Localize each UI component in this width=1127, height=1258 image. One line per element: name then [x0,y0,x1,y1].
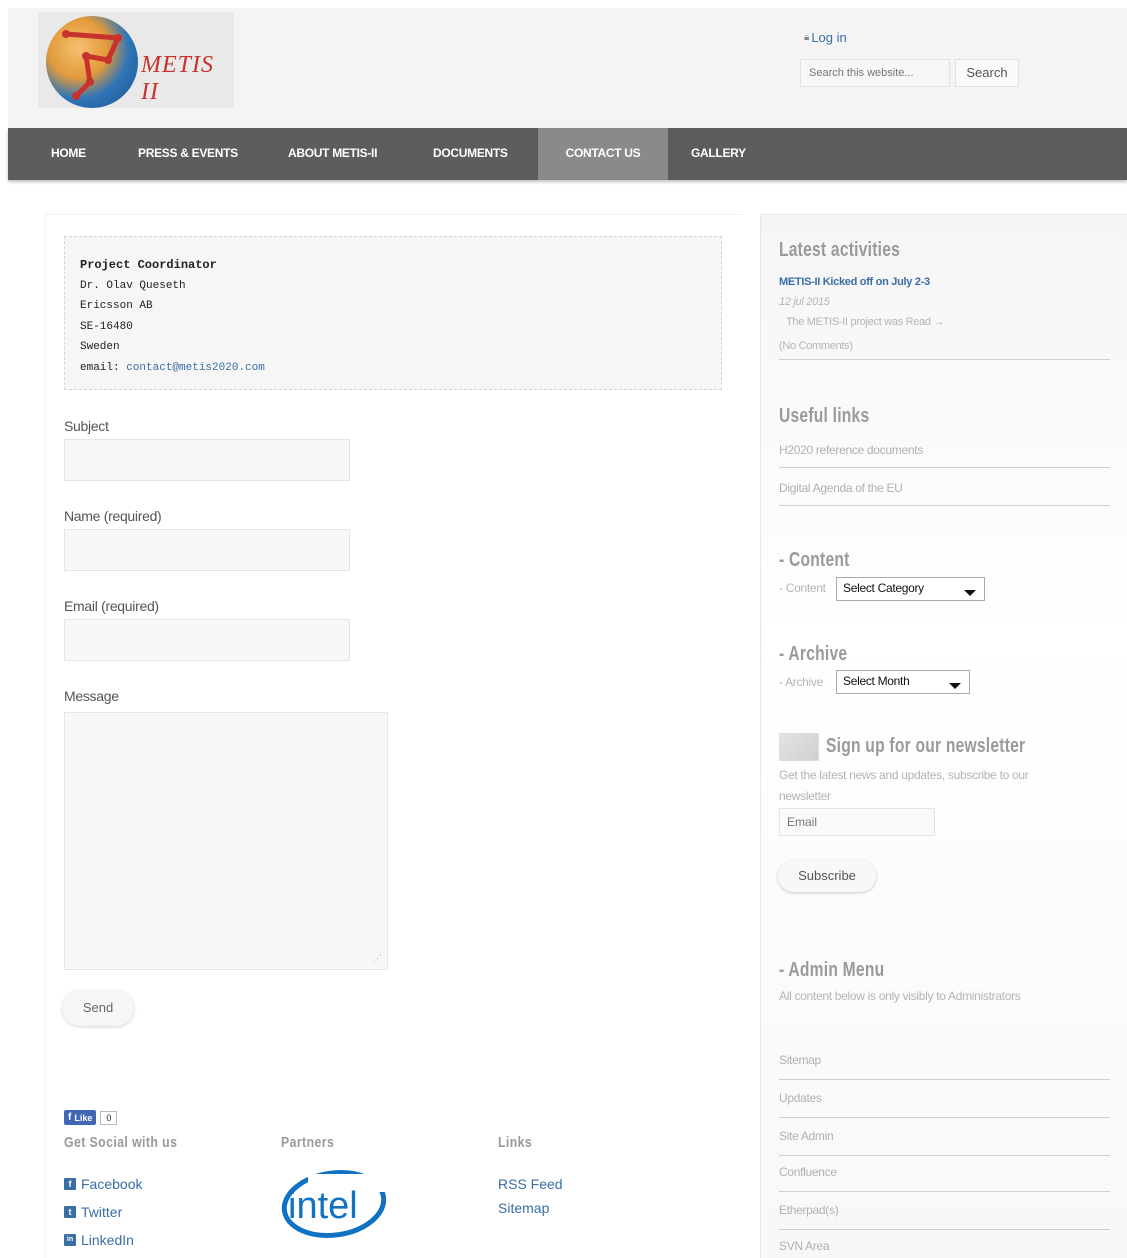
admin-link-sitemap[interactable]: Sitemap [779,1053,821,1067]
archive-select[interactable]: Select Month [836,670,970,694]
admin-link-updates[interactable]: Updates [779,1091,822,1105]
social-link-twitter[interactable]: t Twitter [64,1204,122,1220]
footer-link-sitemap[interactable]: Sitemap [498,1200,549,1216]
facebook-like-button[interactable]: f Like [64,1110,97,1125]
social-label: Twitter [81,1204,123,1220]
resize-grip-icon[interactable]: ⋰ [373,953,382,964]
nav-item-about[interactable]: ABOUT METIS-II [288,128,377,180]
latest-activities-heading: Latest activities [779,239,901,261]
twitter-icon: t [64,1206,76,1218]
admin-link-site-admin[interactable]: Site Admin [779,1129,834,1143]
partner-logo-text: intel [288,1185,358,1227]
login-link[interactable]: 🔒︎ Log in [804,30,847,45]
logo-text: METIS II [141,52,214,105]
activity-comments[interactable]: (No Comments) [779,340,853,352]
envelope-icon [779,733,819,761]
useful-links-heading: Useful links [779,405,870,427]
name-label: Name (required) [64,508,162,524]
links-heading: Links [498,1134,533,1151]
divider [779,359,1110,360]
archive-heading: - Archive [779,643,848,665]
admin-link-etherpad[interactable]: Etherpad(s) [779,1203,839,1217]
search-button[interactable]: Search [955,59,1019,87]
content-select-label: - Content [779,581,826,595]
facebook-icon: f [64,1178,76,1190]
site-logo[interactable]: METIS II [38,12,234,108]
newsletter-email-input[interactable] [779,808,935,836]
category-select-value: Select Category [843,581,924,595]
contact-info-box: Project Coordinator Dr. Olav Queseth Eri… [64,236,722,390]
social-label: Facebook [81,1176,143,1192]
admin-link-svn[interactable]: SVN Area [779,1239,830,1253]
category-select[interactable]: Select Category [836,577,985,601]
admin-link-confluence[interactable]: Confluence [779,1165,837,1179]
activity-excerpt[interactable]: The METIS-II project was Read → [786,316,945,328]
facebook-icon: f [68,1112,72,1123]
social-label: LinkedIn [81,1232,134,1248]
subject-label: Subject [64,418,109,434]
divider [779,505,1110,506]
contact-email-link[interactable]: contact@metis2020.com [126,362,265,374]
footer-link-rss[interactable]: RSS Feed [498,1176,563,1192]
newsletter-text: Get the latest news and updates, subscri… [779,768,1029,803]
message-textarea[interactable]: ⋰ [64,712,388,970]
linkedin-icon: in [64,1234,76,1246]
divider [779,1117,1110,1118]
login-label: Log in [811,30,847,45]
lock-icon: 🔒︎ [804,32,810,43]
main-nav: HOME PRESS & EVENTS ABOUT METIS-II DOCUM… [8,128,1127,180]
subscribe-button[interactable]: Subscribe [778,860,876,892]
divider [779,1155,1110,1156]
divider [779,1191,1110,1192]
send-button[interactable]: Send [62,990,134,1026]
contact-email-line: email: contact@metis2020.com [80,358,706,379]
like-label: Like [74,1112,93,1123]
nav-item-gallery[interactable]: GALLERY [691,128,746,180]
contact-company: Ericsson AB [80,300,153,312]
partners-heading: Partners [281,1134,335,1151]
like-count: 0 [100,1110,118,1125]
useful-link-h2020[interactable]: H2020 reference documents [779,443,923,457]
nav-item-press-events[interactable]: PRESS & EVENTS [138,128,238,180]
activity-date: 12 jul 2015 [779,296,830,308]
social-link-linkedin[interactable]: in LinkedIn [64,1232,134,1248]
contact-title: Project Coordinator [80,258,217,272]
social-link-facebook[interactable]: f Facebook [64,1176,142,1192]
search-input[interactable] [800,59,950,87]
divider [779,467,1110,468]
facebook-like-widget[interactable]: f Like 0 [64,1110,118,1125]
name-field[interactable] [64,529,350,571]
archive-select-value: Select Month [843,674,910,688]
chevron-down-icon [964,590,976,596]
useful-link-digital-agenda[interactable]: Digital Agenda of the EU [779,481,903,495]
divider [779,1229,1110,1230]
email-field[interactable] [64,619,350,661]
social-heading: Get Social with us [64,1134,178,1151]
subject-field[interactable] [64,439,350,481]
admin-menu-text: All content below is only visibly to Adm… [779,989,1021,1003]
contact-postal: SE-16480 [80,320,133,333]
content-heading: - Content [779,549,850,571]
nav-item-home[interactable]: HOME [51,128,86,180]
contact-country: Sweden [80,341,120,353]
contact-email-label: email: [80,361,120,374]
divider [779,1079,1110,1080]
admin-menu-heading: - Admin Menu [779,959,885,981]
email-label: Email (required) [64,598,159,614]
chevron-down-icon [949,683,961,689]
newsletter-heading: Sign up for our newsletter [826,735,1026,757]
intel-logo[interactable]: intel [278,1168,388,1242]
activity-title-link[interactable]: METIS-II Kicked off on July 2-3 [779,276,930,288]
nav-item-documents[interactable]: DOCUMENTS [433,128,508,180]
nav-item-contact-us[interactable]: CONTACT US [538,128,668,180]
contact-name: Dr. Olav Queseth [80,279,186,292]
archive-select-label: - Archive [779,675,823,689]
message-label: Message [64,688,119,704]
globe-icon [46,16,138,108]
